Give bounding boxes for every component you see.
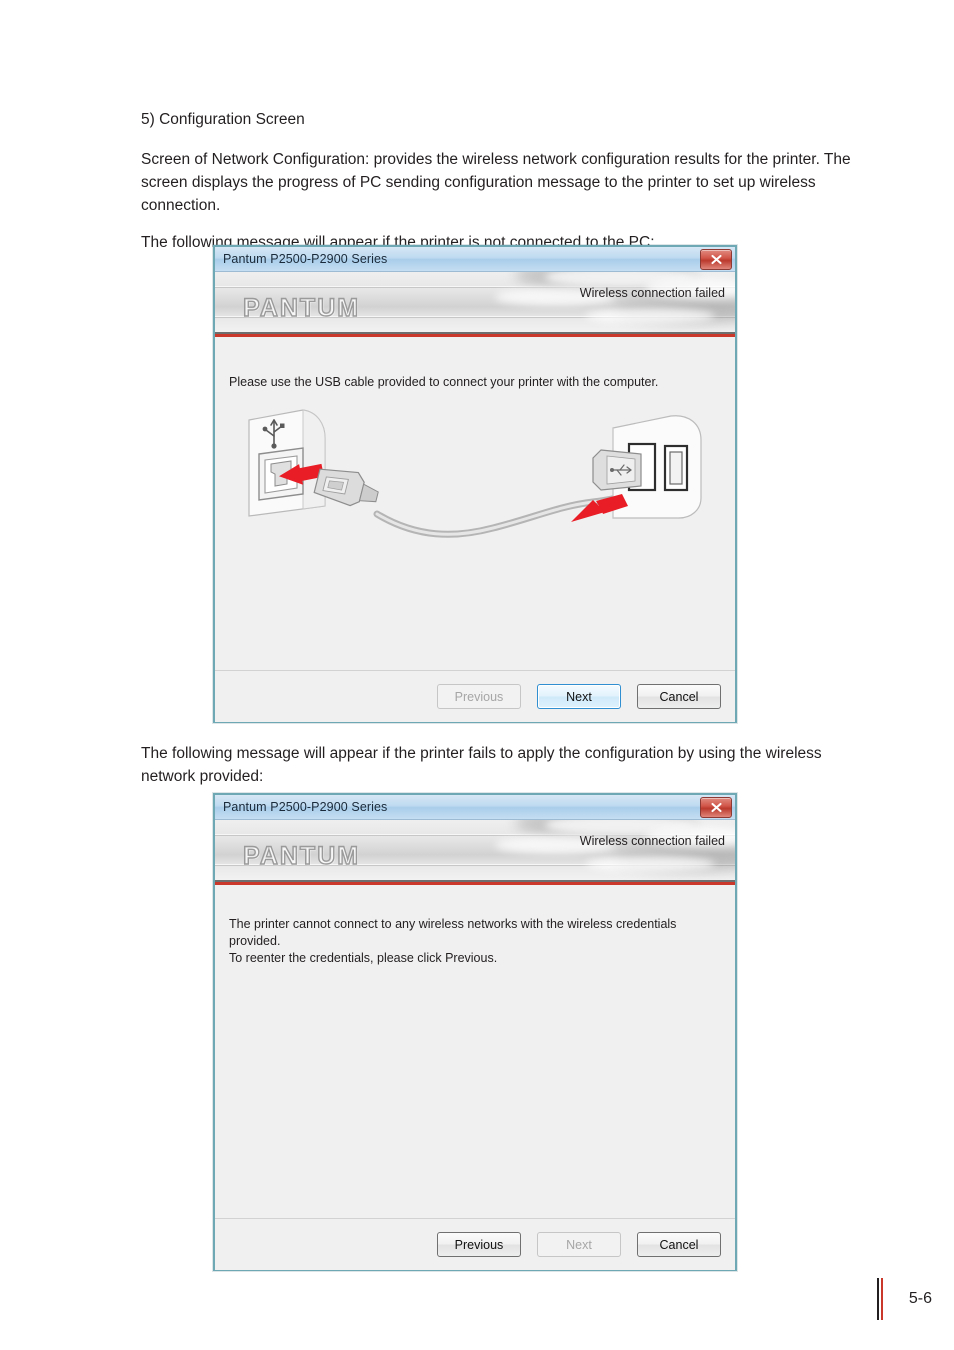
document-body: 5) Configuration Screen Screen of Networ… [141, 108, 871, 268]
dialog-one-title: Pantum P2500-P2900 Series [223, 252, 388, 266]
dialog-one-footer: Previous Next Cancel [215, 671, 735, 722]
pantum-logo: PANTUM [242, 293, 361, 322]
usb-cable-diagram-icon [241, 402, 713, 547]
dialog-two-titlebar[interactable]: Pantum P2500-P2900 Series [215, 795, 735, 820]
next-button[interactable]: Next [537, 684, 621, 709]
page-footer: 5-6 [876, 1278, 932, 1320]
dialog-two-footer: Previous Next Cancel [215, 1219, 735, 1270]
intro-paragraph: Screen of Network Configuration: provide… [141, 151, 851, 214]
previous-button[interactable]: Previous [437, 684, 521, 709]
footer-divider-red [880, 1278, 883, 1320]
previous-button[interactable]: Previous [437, 1232, 521, 1257]
dialog-one-content: Please use the USB cable provided to con… [215, 337, 735, 671]
dialog-usb-connection: Pantum P2500-P2900 Series PANTUM Wireles… [213, 245, 737, 723]
close-icon[interactable] [700, 249, 732, 270]
dialog-one-message: Please use the USB cable provided to con… [229, 375, 659, 389]
cancel-button[interactable]: Cancel [637, 684, 721, 709]
dialog-one-titlebar[interactable]: Pantum P2500-P2900 Series [215, 247, 735, 272]
dialog-two-content: The printer cannot connect to any wirele… [215, 885, 735, 1219]
section-heading: 5) Configuration Screen [141, 111, 305, 128]
close-icon[interactable] [700, 797, 732, 818]
dialog-two-caption: The following message will appear if the… [141, 745, 822, 785]
page-number: 5-6 [908, 1290, 932, 1307]
dialog-two-status: Wireless connection failed [579, 834, 725, 848]
dialog-two-message: The printer cannot connect to any wirele… [229, 917, 677, 965]
dialog-one-status: Wireless connection failed [579, 286, 725, 300]
next-button[interactable]: Next [537, 1232, 621, 1257]
dialog-two-title: Pantum P2500-P2900 Series [223, 800, 388, 814]
dialog-one-banner: PANTUM Wireless connection failed [215, 272, 735, 332]
dialog-two-banner: PANTUM Wireless connection failed [215, 820, 735, 880]
dialog-wireless-failed: Pantum P2500-P2900 Series PANTUM Wireles… [213, 793, 737, 1271]
footer-divider-black [876, 1278, 879, 1320]
cancel-button[interactable]: Cancel [637, 1232, 721, 1257]
pantum-logo: PANTUM [242, 841, 361, 870]
